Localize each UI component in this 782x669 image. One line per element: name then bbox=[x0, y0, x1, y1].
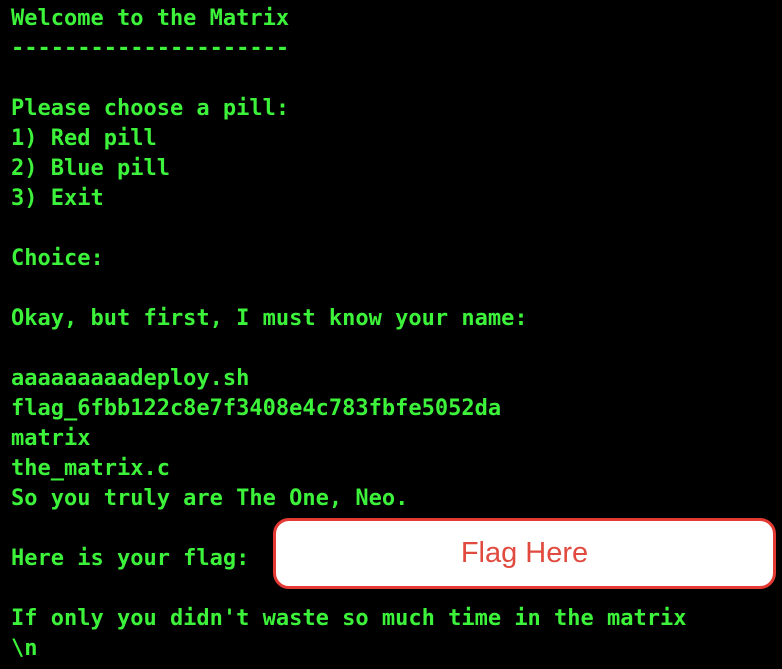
newline-literal-line: \n bbox=[11, 636, 38, 661]
flag-redaction-overlay: Flag Here bbox=[273, 518, 776, 589]
name-prompt-line: Okay, but first, I must know your name: bbox=[11, 306, 528, 331]
flag-label-line: Here is your flag: bbox=[11, 546, 250, 571]
listing-line-source: the_matrix.c bbox=[11, 456, 170, 481]
pill-prompt-line: Please choose a pill: bbox=[11, 96, 290, 121]
listing-line-deploy: aaaaaaaaadeploy.sh bbox=[11, 366, 250, 391]
separator-line: --------------------- bbox=[11, 36, 290, 61]
terminal-window: Welcome to the Matrix ------------------… bbox=[0, 0, 782, 669]
the-one-line: So you truly are The One, Neo. bbox=[11, 486, 409, 511]
waste-time-line: If only you didn't waste so much time in… bbox=[11, 606, 687, 631]
flag-overlay-label: Flag Here bbox=[460, 537, 589, 569]
listing-line-matrix: matrix bbox=[11, 426, 91, 451]
listing-line-flag-file: flag_6fbb122c8e7f3408e4c783fbfe5052da bbox=[11, 396, 502, 421]
option-red-pill: 1) Red pill bbox=[11, 126, 157, 151]
welcome-line: Welcome to the Matrix bbox=[11, 6, 290, 31]
option-exit: 3) Exit bbox=[11, 186, 104, 211]
option-blue-pill: 2) Blue pill bbox=[11, 156, 170, 181]
choice-prompt-line: Choice: bbox=[11, 246, 104, 271]
